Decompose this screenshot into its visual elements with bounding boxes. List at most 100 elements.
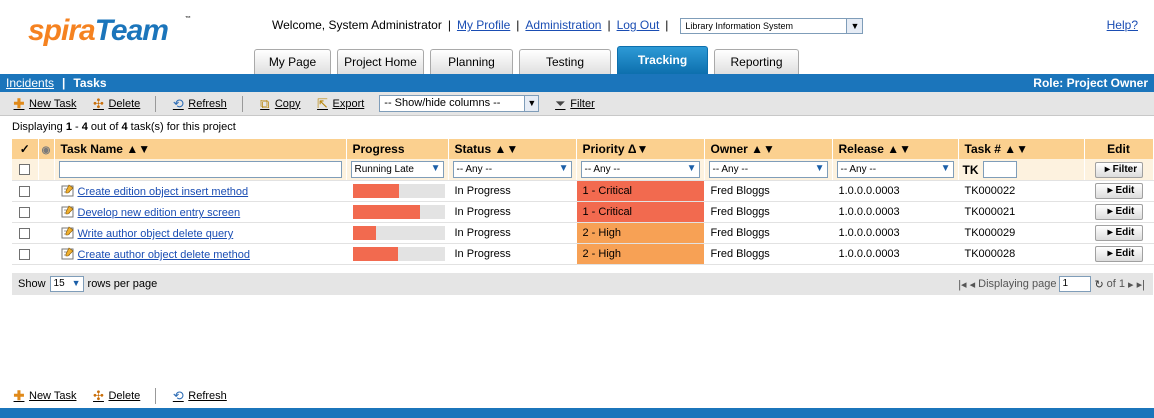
delete-label: Delete: [108, 97, 141, 110]
priority-cell: 1 - Critical: [576, 180, 705, 202]
copy-button[interactable]: ⧉ Copy: [258, 95, 300, 111]
role-label: Role: Project Owner: [1033, 76, 1148, 90]
progress-filter-select[interactable]: Running Late ▼: [350, 161, 444, 178]
rows-per-page-label: rows per page: [87, 278, 158, 290]
add-icon: ✚: [13, 95, 25, 111]
toolbar-divider: [241, 95, 243, 112]
chevron-down-icon: ▼: [940, 163, 951, 174]
incidents-link[interactable]: Incidents: [6, 76, 54, 90]
edit-row-button[interactable]: ▸ Edit: [1094, 246, 1143, 262]
task-number-filter-input[interactable]: [982, 161, 1017, 178]
progress-bar-fill: [352, 205, 420, 219]
tab-testing[interactable]: Testing: [519, 49, 611, 74]
apply-filter-button[interactable]: ▸ Filter: [1094, 161, 1143, 178]
tasks-current: Tasks: [73, 76, 107, 90]
chevron-down-icon: ▼: [558, 163, 569, 174]
toolbar-divider: [155, 95, 157, 112]
administration-link[interactable]: Administration: [525, 18, 601, 32]
task-icon: [61, 247, 73, 260]
status-cell: In Progress: [448, 222, 577, 244]
select-all-header[interactable]: ✓: [12, 139, 39, 159]
columns-select-value: -- Show/hide columns --: [384, 97, 501, 109]
row-checkbox[interactable]: [19, 206, 31, 218]
owner-cell: Fred Bloggs: [704, 201, 833, 223]
project-select[interactable]: Library Information System ▼: [680, 18, 864, 34]
col-task-name[interactable]: Task Name ▲▼: [54, 139, 347, 159]
project-select-value: Library Information System: [685, 21, 793, 31]
col-release[interactable]: Release ▲▼: [832, 139, 959, 159]
table-row: Write author object delete query In Progr…: [12, 222, 1154, 244]
table-row: Develop new edition entry screen In Progr…: [12, 201, 1154, 223]
result-summary: Displaying 1 - 4 out of 4 task(s) for th…: [12, 121, 236, 133]
status-cell: In Progress: [448, 180, 577, 202]
first-prev-page-icon[interactable]: |◂ ◂: [958, 278, 975, 291]
show-hide-columns-select[interactable]: -- Show/hide columns -- ▼: [379, 95, 540, 112]
row-checkbox[interactable]: [19, 185, 31, 197]
edit-row-button[interactable]: ▸ Edit: [1094, 225, 1143, 241]
go-page-icon[interactable]: ↻: [1094, 278, 1103, 291]
page-number-input[interactable]: 1: [1059, 276, 1092, 292]
bottom-refresh-button[interactable]: ⟲ Refresh: [171, 389, 227, 403]
delete-icon: ✣: [93, 95, 104, 111]
tab-tracking[interactable]: Tracking: [617, 46, 708, 74]
rows-per-page-select[interactable]: 15 ▼: [49, 276, 84, 292]
next-last-page-icon[interactable]: ▸ ▸|: [1128, 278, 1145, 291]
tab-my-page[interactable]: My Page: [254, 49, 331, 74]
col-priority[interactable]: Priority Δ▼: [576, 139, 705, 159]
task-name-link[interactable]: Develop new edition entry screen: [78, 207, 241, 219]
filter-label: Filter: [570, 97, 595, 110]
row-checkbox[interactable]: [19, 248, 31, 260]
export-label: Export: [332, 97, 365, 110]
task-name-link[interactable]: Create edition object insert method: [78, 186, 249, 198]
task-number-cell: TK000022: [958, 180, 1085, 202]
task-number-prefix: TK: [962, 162, 979, 177]
task-toolbar: ✚ New Task ✣ Delete ⟲ Refresh ⧉ Copy ⇱ Export…: [0, 92, 1154, 116]
help-link[interactable]: Help?: [1107, 18, 1138, 32]
spirateam-logo[interactable]: spiraTeam ™: [28, 14, 191, 48]
page-count: of 1: [1106, 278, 1126, 290]
refresh-label: Refresh: [188, 97, 227, 110]
tab-project-home[interactable]: Project Home: [337, 49, 424, 74]
logo-team: Team: [94, 14, 169, 47]
status-filter-select[interactable]: -- Any -- ▼: [452, 161, 572, 178]
owner-filter-select[interactable]: -- Any -- ▼: [708, 161, 828, 178]
col-task-number[interactable]: Task # ▲▼: [958, 139, 1085, 159]
logo-trademark: ™: [185, 16, 191, 22]
export-button[interactable]: ⇱ Export: [316, 95, 365, 111]
name-filter-input[interactable]: [58, 161, 342, 178]
col-status[interactable]: Status ▲▼: [448, 139, 577, 159]
release-filter-select[interactable]: -- Any -- ▼: [836, 161, 954, 178]
task-name-link[interactable]: Write author object delete query: [78, 228, 234, 240]
tab-reporting[interactable]: Reporting: [714, 49, 799, 74]
copy-icon: ⧉: [260, 95, 270, 111]
edit-row-button[interactable]: ▸ Edit: [1094, 183, 1143, 199]
priority-filter-select[interactable]: -- Any -- ▼: [580, 161, 700, 178]
filter-button[interactable]: ⏷ Filter: [553, 95, 595, 111]
row-checkbox[interactable]: [19, 227, 31, 239]
owner-cell: Fred Bloggs: [704, 243, 833, 265]
pager: |◂ ◂ Displaying page 1 ↻ of 1 ▸ ▸|: [958, 276, 1145, 292]
filter-icon: ⏷: [555, 95, 566, 111]
tab-planning[interactable]: Planning: [430, 49, 513, 74]
log-out-link[interactable]: Log Out: [617, 18, 660, 32]
chevron-down-icon: ▼: [524, 96, 539, 111]
bottom-delete-button[interactable]: ✣ Delete: [91, 389, 140, 403]
delete-button[interactable]: ✣ Delete: [91, 95, 141, 111]
refresh-icon: ⟲: [172, 95, 184, 111]
logo-spira: spira: [28, 14, 96, 47]
task-name-link[interactable]: Create author object delete method: [78, 249, 250, 261]
new-task-label: New Task: [29, 97, 77, 110]
col-owner[interactable]: Owner ▲▼: [704, 139, 833, 159]
release-cell: 1.0.0.0.0003: [832, 201, 959, 223]
bottom-new-task-button[interactable]: ✚ New Task: [12, 389, 77, 403]
release-cell: 1.0.0.0.0003: [832, 180, 959, 202]
export-icon: ⇱: [317, 95, 328, 111]
my-profile-link[interactable]: My Profile: [457, 18, 510, 32]
select-all-checkbox[interactable]: [19, 164, 31, 176]
grid-footer: Show 15 ▼ rows per page |◂ ◂ Displaying p…: [12, 273, 1153, 295]
col-progress: Progress: [346, 139, 449, 159]
progress-bar: [352, 184, 445, 198]
edit-row-button[interactable]: ▸ Edit: [1094, 204, 1143, 220]
refresh-button[interactable]: ⟲ Refresh: [171, 95, 227, 111]
new-task-button[interactable]: ✚ New Task: [12, 95, 77, 111]
